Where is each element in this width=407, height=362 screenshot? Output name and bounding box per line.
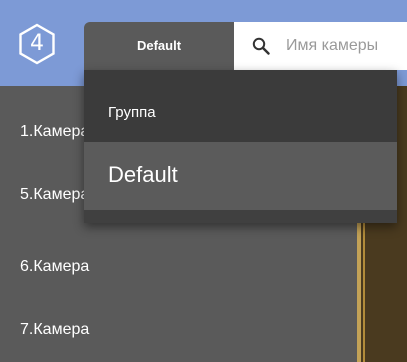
app-logo[interactable]: 4 bbox=[15, 22, 59, 66]
camera-list-item[interactable]: 7.Камера bbox=[20, 321, 89, 339]
dropdown-option-default[interactable]: Default bbox=[84, 142, 397, 210]
logo-digit: 4 bbox=[30, 31, 44, 56]
camera-list-item[interactable]: 6.Камера bbox=[20, 258, 89, 276]
camera-list-item[interactable]: 5.Камера bbox=[20, 186, 89, 204]
search-box bbox=[234, 22, 407, 70]
dropdown-option-label: Default bbox=[108, 162, 178, 187]
dropdown-header: Группа bbox=[84, 70, 397, 142]
dropdown-header-label: Группа bbox=[108, 104, 156, 121]
group-selector-button[interactable]: Default bbox=[84, 22, 234, 70]
camera-list-item[interactable]: 1.Камера bbox=[20, 123, 89, 141]
group-dropdown-menu: Группа Default bbox=[84, 70, 397, 223]
camera-search-input[interactable] bbox=[286, 34, 407, 58]
search-icon bbox=[252, 37, 270, 55]
